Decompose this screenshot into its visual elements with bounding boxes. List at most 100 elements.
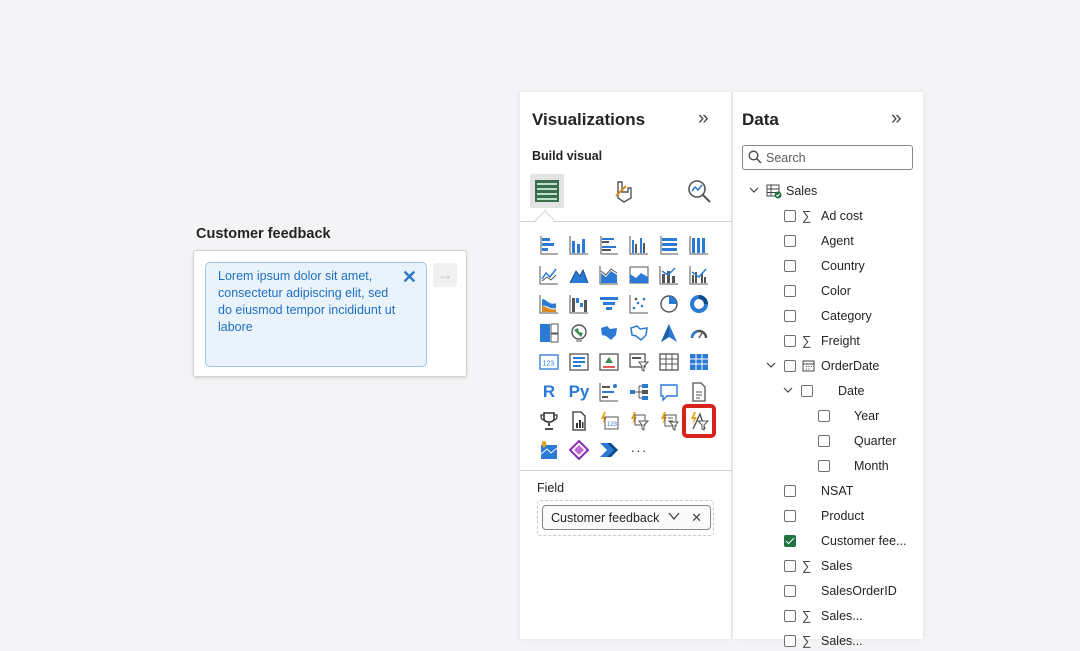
search-input[interactable] [766, 149, 906, 167]
search-box[interactable] [742, 145, 913, 170]
field-checkbox[interactable] [784, 635, 796, 647]
field-row[interactable]: Category [733, 306, 923, 326]
field-checkbox[interactable] [784, 260, 796, 272]
r-visual-icon[interactable]: R [536, 379, 562, 405]
chevron-down-icon[interactable] [749, 185, 759, 198]
paginated-report-icon[interactable] [566, 408, 592, 434]
field-row[interactable]: Color [733, 281, 923, 301]
chevron-down-icon[interactable] [668, 509, 680, 526]
collapse-visualizations-icon[interactable]: » [698, 108, 709, 130]
goals-icon[interactable] [536, 408, 562, 434]
field-checkbox[interactable] [818, 460, 830, 472]
field-checkbox[interactable] [784, 210, 796, 222]
field-row[interactable]: Month [733, 456, 923, 476]
kpi-icon[interactable] [596, 349, 622, 375]
field-checkbox[interactable] [784, 610, 796, 622]
field-chip[interactable]: Customer feedback ✕ [542, 505, 711, 530]
metric-card-icon[interactable]: 123 [596, 408, 622, 434]
smart-narrative-icon[interactable] [686, 379, 712, 405]
field-row[interactable]: ∑ Sales... [733, 606, 923, 626]
slicer-icon[interactable] [626, 349, 652, 375]
gauge-icon[interactable] [686, 320, 712, 346]
multi-row-card-icon[interactable] [566, 349, 592, 375]
power-automate-icon[interactable] [596, 437, 622, 463]
azure-maps-visual-icon[interactable] [536, 437, 562, 463]
area-chart-icon[interactable] [566, 262, 592, 288]
line-and-stacked-column-chart-icon[interactable] [656, 262, 682, 288]
field-row[interactable]: ∑ Sales [733, 556, 923, 576]
more-visuals-icon[interactable]: ··· [626, 437, 652, 463]
field-row[interactable]: Quarter [733, 431, 923, 451]
format-visual-icon[interactable] [606, 174, 640, 208]
text-filter-icon[interactable] [682, 404, 716, 438]
field-checkbox[interactable] [784, 235, 796, 247]
field-checkbox[interactable] [784, 310, 796, 322]
field-row[interactable]: ∑ Ad cost [733, 206, 923, 226]
feedback-textbox[interactable]: Lorem ipsum dolor sit amet, consectetur … [205, 262, 427, 367]
field-row[interactable]: ∑ Sales... [733, 631, 923, 651]
python-visual-icon[interactable]: Py [566, 379, 592, 405]
field-row[interactable]: Customer fee... [733, 531, 923, 551]
stacked-area-chart-icon[interactable] [596, 262, 622, 288]
collapse-data-icon[interactable]: » [891, 108, 902, 130]
pie-chart-icon[interactable] [656, 291, 682, 317]
chevron-down-icon[interactable] [783, 385, 793, 398]
field-checkbox[interactable] [784, 485, 796, 497]
ribbon-chart-icon[interactable] [536, 291, 562, 317]
remove-field-icon[interactable]: ✕ [691, 510, 702, 526]
100-stacked-column-chart-icon[interactable] [686, 232, 712, 258]
100-stacked-bar-chart-icon[interactable] [656, 232, 682, 258]
line-chart-icon[interactable] [536, 262, 562, 288]
build-visual-icon[interactable] [530, 174, 564, 208]
donut-chart-icon[interactable] [686, 291, 712, 317]
clustered-column-chart-icon[interactable] [626, 232, 652, 258]
key-influencers-icon[interactable] [596, 379, 622, 405]
clustered-bar-chart-icon[interactable] [596, 232, 622, 258]
shape-map-icon[interactable] [626, 320, 652, 346]
field-checkbox[interactable] [784, 360, 796, 372]
decomposition-tree-icon[interactable] [626, 379, 652, 405]
feedback-text[interactable]: Lorem ipsum dolor sit amet, consectetur … [218, 268, 396, 336]
chevron-down-icon[interactable] [766, 360, 776, 373]
metric-slicer-icon[interactable] [626, 408, 652, 434]
funnel-chart-icon[interactable] [596, 291, 622, 317]
field-row[interactable]: Date [733, 381, 923, 401]
submit-arrow-button[interactable]: → [433, 263, 457, 287]
qa-icon[interactable] [656, 379, 682, 405]
azure-map-icon[interactable] [656, 320, 682, 346]
field-row[interactable]: ∑ Freight [733, 331, 923, 351]
100-stacked-area-chart-icon[interactable] [626, 262, 652, 288]
table-node-sales[interactable]: Sales [733, 181, 923, 201]
field-checkbox[interactable] [818, 410, 830, 422]
power-apps-icon[interactable] [566, 437, 592, 463]
matrix-icon[interactable] [686, 349, 712, 375]
table-icon[interactable] [656, 349, 682, 375]
field-well[interactable]: Customer feedback ✕ [537, 500, 714, 536]
field-checkbox[interactable] [784, 335, 796, 347]
scatter-chart-icon[interactable] [626, 291, 652, 317]
waterfall-chart-icon[interactable] [566, 291, 592, 317]
field-checkbox[interactable] [784, 510, 796, 522]
filled-map-icon[interactable] [596, 320, 622, 346]
field-checkbox[interactable] [801, 385, 813, 397]
treemap-icon[interactable] [536, 320, 562, 346]
field-checkbox[interactable] [784, 285, 796, 297]
stacked-column-chart-icon[interactable] [566, 232, 592, 258]
field-checkbox[interactable] [784, 560, 796, 572]
field-row[interactable]: Agent [733, 231, 923, 251]
customer-feedback-visual[interactable]: Lorem ipsum dolor sit amet, consectetur … [193, 250, 467, 377]
field-row[interactable]: Product [733, 506, 923, 526]
field-row[interactable]: Country [733, 256, 923, 276]
field-row[interactable]: Year [733, 406, 923, 426]
field-checkbox[interactable] [818, 435, 830, 447]
field-checkbox[interactable] [784, 585, 796, 597]
field-row[interactable]: OrderDate [733, 356, 923, 376]
metric-filter-icon[interactable] [656, 408, 682, 434]
field-row[interactable]: SalesOrderID [733, 581, 923, 601]
field-checkbox[interactable] [784, 535, 796, 547]
card-icon[interactable]: 123 [536, 349, 562, 375]
analytics-icon[interactable] [682, 174, 716, 208]
field-row[interactable]: NSAT [733, 481, 923, 501]
clear-icon[interactable]: ✕ [402, 267, 417, 288]
line-and-clustered-column-chart-icon[interactable] [686, 262, 712, 288]
